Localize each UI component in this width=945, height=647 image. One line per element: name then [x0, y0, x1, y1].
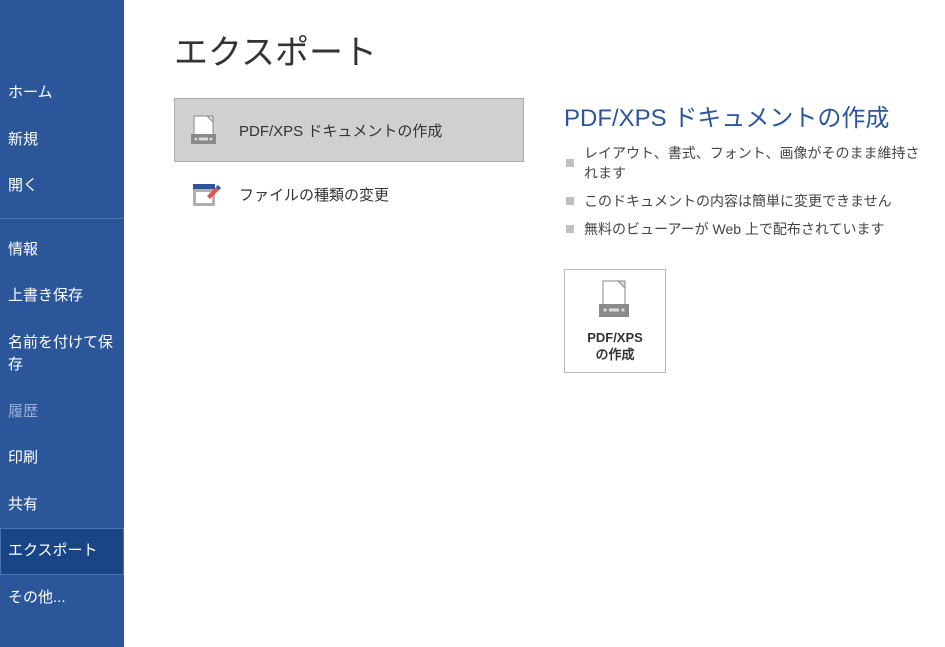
- export-detail-panel: PDF/XPS ドキュメントの作成 レイアウト、書式、フォント、画像がそのまま維…: [564, 98, 945, 373]
- option-label: ファイルの種類の変更: [239, 184, 389, 205]
- detail-bullet: このドキュメントの内容は簡単に変更できません: [564, 191, 925, 211]
- page-title: エクスポート: [174, 25, 945, 74]
- sidebar-label: 共有: [8, 496, 38, 513]
- sidebar-label: ホーム: [8, 84, 53, 101]
- sidebar-item-share[interactable]: 共有: [0, 482, 124, 529]
- sidebar-label: 印刷: [8, 449, 38, 466]
- create-pdf-xps-label: PDF/XPSの作成: [587, 330, 643, 364]
- sidebar-label: 新規: [8, 131, 38, 148]
- content-row: PDF/XPS ドキュメントの作成 ファイルの種類の変更 PDF/XPS ドキュ…: [174, 98, 945, 373]
- sidebar-label: 上書き保存: [8, 287, 83, 304]
- bullet-text: レイアウト、書式、フォント、画像がそのまま維持されます: [584, 143, 925, 183]
- bullet-icon: [566, 197, 574, 205]
- sidebar-item-save[interactable]: 上書き保存: [0, 273, 124, 320]
- sidebar-label: 履歴: [8, 403, 38, 420]
- detail-bullet: レイアウト、書式、フォント、画像がそのまま維持されます: [564, 143, 925, 183]
- sidebar-item-more[interactable]: その他...: [0, 575, 124, 622]
- sidebar-item-history: 履歴: [0, 389, 124, 436]
- sidebar-item-new[interactable]: 新規: [0, 117, 124, 164]
- sidebar-item-info[interactable]: 情報: [0, 227, 124, 274]
- detail-title: PDF/XPS ドキュメントの作成: [564, 98, 925, 133]
- create-pdf-xps-button[interactable]: PDF/XPSの作成: [564, 269, 666, 373]
- detail-bullet: 無料のビューアーが Web 上で配布されています: [564, 219, 925, 239]
- pdf-xps-icon: [189, 114, 221, 146]
- bullet-icon: [566, 159, 574, 167]
- option-change-file-type[interactable]: ファイルの種類の変更: [174, 162, 524, 226]
- sidebar-item-saveas[interactable]: 名前を付けて保存: [0, 320, 124, 389]
- change-file-type-icon: [189, 178, 221, 210]
- sidebar-label: 情報: [8, 241, 38, 258]
- bullet-text: 無料のビューアーが Web 上で配布されています: [584, 219, 885, 239]
- main-panel: エクスポート PDF/XPS ドキュメントの作成: [124, 0, 945, 647]
- backstage-sidebar: ホーム 新規 開く 情報 上書き保存 名前を付けて保存 履歴 印刷 共有 エクス…: [0, 0, 124, 647]
- option-create-pdf-xps[interactable]: PDF/XPS ドキュメントの作成: [174, 98, 524, 162]
- sidebar-item-print[interactable]: 印刷: [0, 435, 124, 482]
- sidebar-divider: [0, 218, 124, 219]
- pdf-xps-large-icon: [595, 279, 635, 322]
- sidebar-label: エクスポート: [8, 542, 98, 559]
- sidebar-item-export[interactable]: エクスポート: [0, 528, 124, 575]
- export-options-list: PDF/XPS ドキュメントの作成 ファイルの種類の変更: [174, 98, 524, 373]
- bullet-icon: [566, 225, 574, 233]
- sidebar-item-home[interactable]: ホーム: [0, 70, 124, 117]
- sidebar-label: 開く: [8, 177, 38, 194]
- option-label: PDF/XPS ドキュメントの作成: [239, 120, 442, 141]
- sidebar-item-open[interactable]: 開く: [0, 163, 124, 210]
- bullet-text: このドキュメントの内容は簡単に変更できません: [584, 191, 892, 211]
- sidebar-label: その他...: [8, 589, 66, 606]
- sidebar-label: 名前を付けて保存: [8, 334, 113, 374]
